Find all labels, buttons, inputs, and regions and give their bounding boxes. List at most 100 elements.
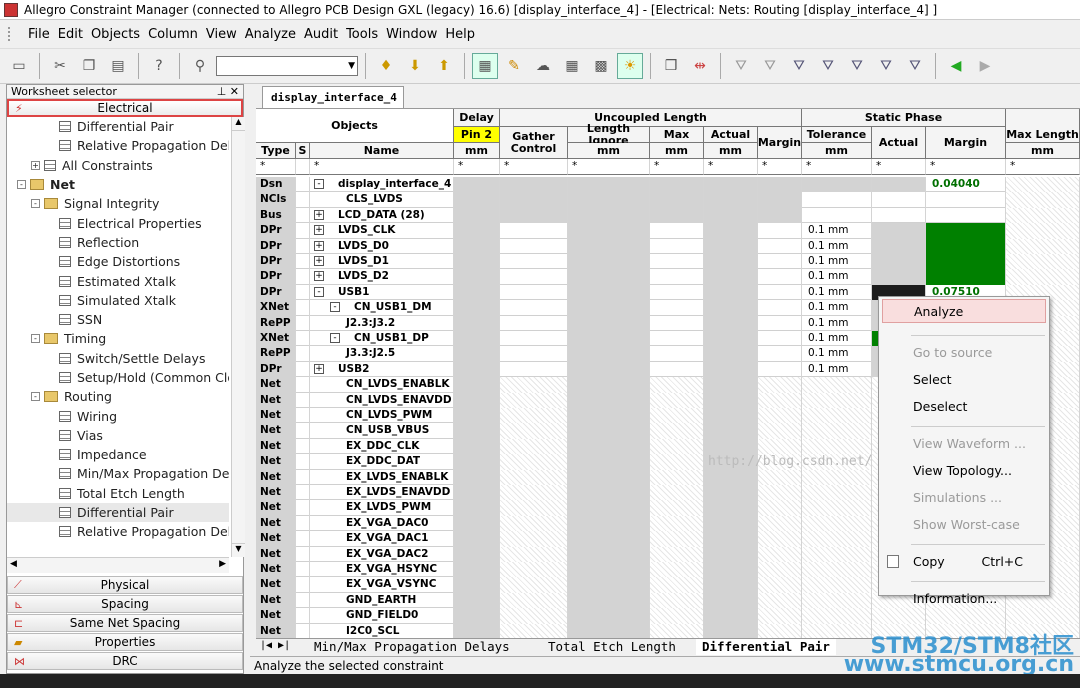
cell-max[interactable] [650,515,704,532]
cell-tol[interactable]: 0.1 mm [802,331,872,347]
cell-lig[interactable] [568,408,650,424]
cell-delay[interactable] [454,500,500,516]
row-name[interactable]: CLS_LVDS [310,192,454,208]
cell-spa[interactable] [872,192,926,208]
table2-icon[interactable]: ▩ [588,53,614,79]
row-name[interactable]: - CN_USB1_DM [310,300,454,316]
cell-gather[interactable] [500,454,568,470]
menu-item-select[interactable]: Select [879,368,1049,392]
object-combo[interactable]: ▼ [216,56,358,76]
row-name[interactable]: CN_LVDS_ENAVDD [310,392,454,408]
tree-vertical-scrollbar[interactable]: ▲ ▼ [231,117,245,557]
cell-delay[interactable] [454,423,500,439]
cell-spa[interactable] [872,269,926,285]
cell-tol[interactable]: 0.1 mm [802,361,872,378]
cell-mar[interactable] [758,438,802,455]
cell-lig[interactable] [568,438,650,455]
cut-icon[interactable]: ✂ [47,53,73,79]
cell-act[interactable] [704,546,758,562]
cell-act[interactable] [704,269,758,285]
cloud-icon[interactable]: ☁ [530,53,556,79]
pin-icon[interactable]: ⊥ ✕ [217,85,239,98]
row-name[interactable]: I2C0_SCL [310,623,454,638]
tree-item[interactable]: - Signal Integrity [7,194,229,213]
row-name[interactable]: + LCD_DATA (28) [310,207,454,224]
table-icon[interactable]: ▦ [559,53,585,79]
cell-max[interactable] [650,500,704,516]
cell-act[interactable] [704,531,758,547]
cell-tol[interactable] [802,438,872,455]
cell-tol[interactable]: 0.1 mm [802,346,872,362]
tree-item[interactable]: + All Constraints [7,156,229,175]
cell-ml[interactable] [1006,223,1080,239]
cell-delay[interactable] [454,361,500,378]
cell-gather[interactable] [500,485,568,501]
tree-item[interactable]: Reflection [7,233,229,252]
filter-cell[interactable]: * [1006,159,1080,175]
cell-tol[interactable] [802,177,872,193]
cell-spa[interactable] [872,177,926,193]
cell-delay[interactable] [454,562,500,578]
tree-item[interactable]: Setup/Hold (Common Clock) [7,368,229,387]
cell-act[interactable] [704,469,758,485]
menu-item-show-worst-case[interactable]: Show Worst-case [879,513,1049,537]
cell-act[interactable] [704,500,758,516]
row-name[interactable]: CN_USB_VBUS [310,423,454,439]
cell-lig[interactable] [568,592,650,609]
funnel6-icon[interactable]: ⛛ [873,53,899,79]
expand-icon[interactable]: + [31,160,40,170]
cell-mar[interactable] [758,207,802,224]
cell-lig[interactable] [568,500,650,516]
cell-mar[interactable] [758,577,802,593]
cell-mar[interactable] [758,223,802,239]
cell-act[interactable] [704,592,758,609]
menu-column[interactable]: Column [144,27,202,42]
cell-lig[interactable] [568,608,650,624]
cell-ml[interactable] [1006,254,1080,270]
menu-item-simulations[interactable]: Simulations ... [879,486,1049,510]
cell-gather[interactable] [500,346,568,362]
cell-act[interactable] [704,331,758,347]
cell-tol[interactable]: 0.1 mm [802,223,872,239]
cell-max[interactable] [650,207,704,224]
bulb-icon[interactable]: ♦ [373,53,399,79]
cell-gather[interactable] [500,531,568,547]
menu-item-view-waveform[interactable]: View Waveform ... [879,432,1049,456]
cell-ml[interactable] [1006,207,1080,224]
menu-item-copy[interactable]: Copy Ctrl+C [879,550,1049,574]
cell-gather[interactable] [500,269,568,285]
cell-tol[interactable] [802,500,872,516]
cell-gather[interactable] [500,515,568,532]
filter-cell[interactable]: * [454,159,500,175]
scroll-left-icon[interactable]: ◀ [10,559,17,569]
cell-mar[interactable] [758,408,802,424]
menu-item-information[interactable]: Information... [879,587,1049,611]
cell-max[interactable] [650,546,704,562]
tree-item[interactable]: Switch/Settle Delays [7,349,229,368]
expand-icon[interactable]: + [314,271,324,282]
cell-max[interactable] [650,254,704,270]
cell-mar[interactable] [758,423,802,439]
cell-delay[interactable] [454,577,500,593]
cell-gather[interactable] [500,315,568,331]
cell-spm[interactable] [926,192,1006,208]
cell-tol[interactable] [802,469,872,485]
tree-item[interactable]: Wiring [7,406,229,425]
cell-delay[interactable] [454,515,500,532]
cell-max[interactable] [650,238,704,254]
bulb-up-icon[interactable]: ⬆ [431,53,457,79]
cell-gather[interactable] [500,500,568,516]
tree-item[interactable]: Total Etch Length [7,484,229,503]
cell-delay[interactable] [454,254,500,270]
menu-edit[interactable]: Edit [54,27,87,42]
cell-gather[interactable] [500,377,568,393]
cell-delay[interactable] [454,238,500,254]
funnel-icon[interactable]: ⛛ [728,53,754,79]
cell-gather[interactable] [500,284,568,301]
tree-item[interactable]: - Routing [7,387,229,406]
filter-cell[interactable]: * [758,159,802,175]
cell-lig[interactable] [568,284,650,301]
cell-lig[interactable] [568,546,650,562]
category-spacing[interactable]: ⊾ Spacing [7,595,243,613]
cell-max[interactable] [650,454,704,470]
